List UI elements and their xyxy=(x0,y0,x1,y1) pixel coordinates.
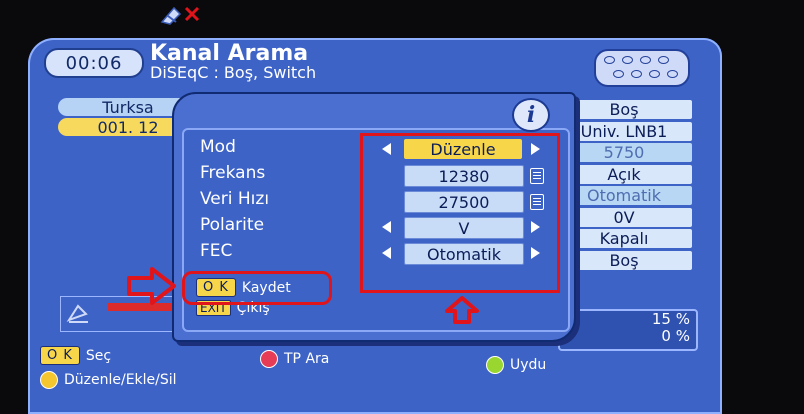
info-icon[interactable]: i xyxy=(512,98,550,132)
signal-strength: 15 % xyxy=(651,310,690,328)
highlight-box-save xyxy=(182,271,332,305)
setting-value-auto[interactable]: Otomatik xyxy=(556,186,692,205)
footer-tp-search[interactable]: TP Ara xyxy=(260,350,329,368)
footer-tp-label: TP Ara xyxy=(284,351,330,367)
field-label-veri-hizi: Veri Hızı xyxy=(200,189,270,209)
satellite-signal-icon xyxy=(160,6,200,25)
field-label-mod: Mod xyxy=(200,137,236,157)
setting-value-lof[interactable]: 5750 xyxy=(556,143,692,162)
footer-ok-badge: O K xyxy=(40,346,80,365)
settings-values-column: Boş Univ. LNB1 5750 Açık Otomatik 0V Kap… xyxy=(556,100,692,272)
highlight-box-values xyxy=(360,133,560,293)
footer-select[interactable]: O K Seç xyxy=(40,346,111,365)
setting-value-motor[interactable]: Boş xyxy=(556,250,692,270)
yellow-button-icon xyxy=(40,371,58,389)
red-right-arrow-icon xyxy=(127,267,176,305)
setting-value-voltage[interactable]: 0V xyxy=(556,207,692,227)
red-up-arrow-icon xyxy=(445,296,479,324)
footer-select-label: Seç xyxy=(85,347,112,364)
signal-quality: 0 % xyxy=(661,327,690,345)
antenna-icon xyxy=(66,304,88,323)
setting-value-lnb[interactable]: Univ. LNB1 xyxy=(556,121,692,141)
green-button-icon xyxy=(486,356,504,374)
decorative-dots-icon xyxy=(594,49,690,87)
footer-satellite[interactable]: Uydu xyxy=(486,356,546,374)
setting-value-diseqc[interactable]: Boş xyxy=(556,100,692,119)
field-label-fec: FEC xyxy=(200,241,233,261)
clock-display: 00:06 xyxy=(44,48,144,78)
signal-percent: 15 % 0 % xyxy=(640,311,690,345)
field-label-frekans: Frekans xyxy=(200,163,266,183)
footer-satellite-label: Uydu xyxy=(510,357,547,373)
red-button-icon xyxy=(260,350,278,368)
field-label-polarite: Polarite xyxy=(200,215,265,235)
footer-edit[interactable]: Düzenle/Ekle/Sil xyxy=(40,371,177,389)
footer-edit-label: Düzenle/Ekle/Sil xyxy=(64,372,177,388)
setting-value-22khz[interactable]: Kapalı xyxy=(556,229,692,248)
page-subtitle: DiSEqC : Boş, Switch xyxy=(150,63,317,82)
setting-value-power[interactable]: Açık xyxy=(556,164,692,184)
